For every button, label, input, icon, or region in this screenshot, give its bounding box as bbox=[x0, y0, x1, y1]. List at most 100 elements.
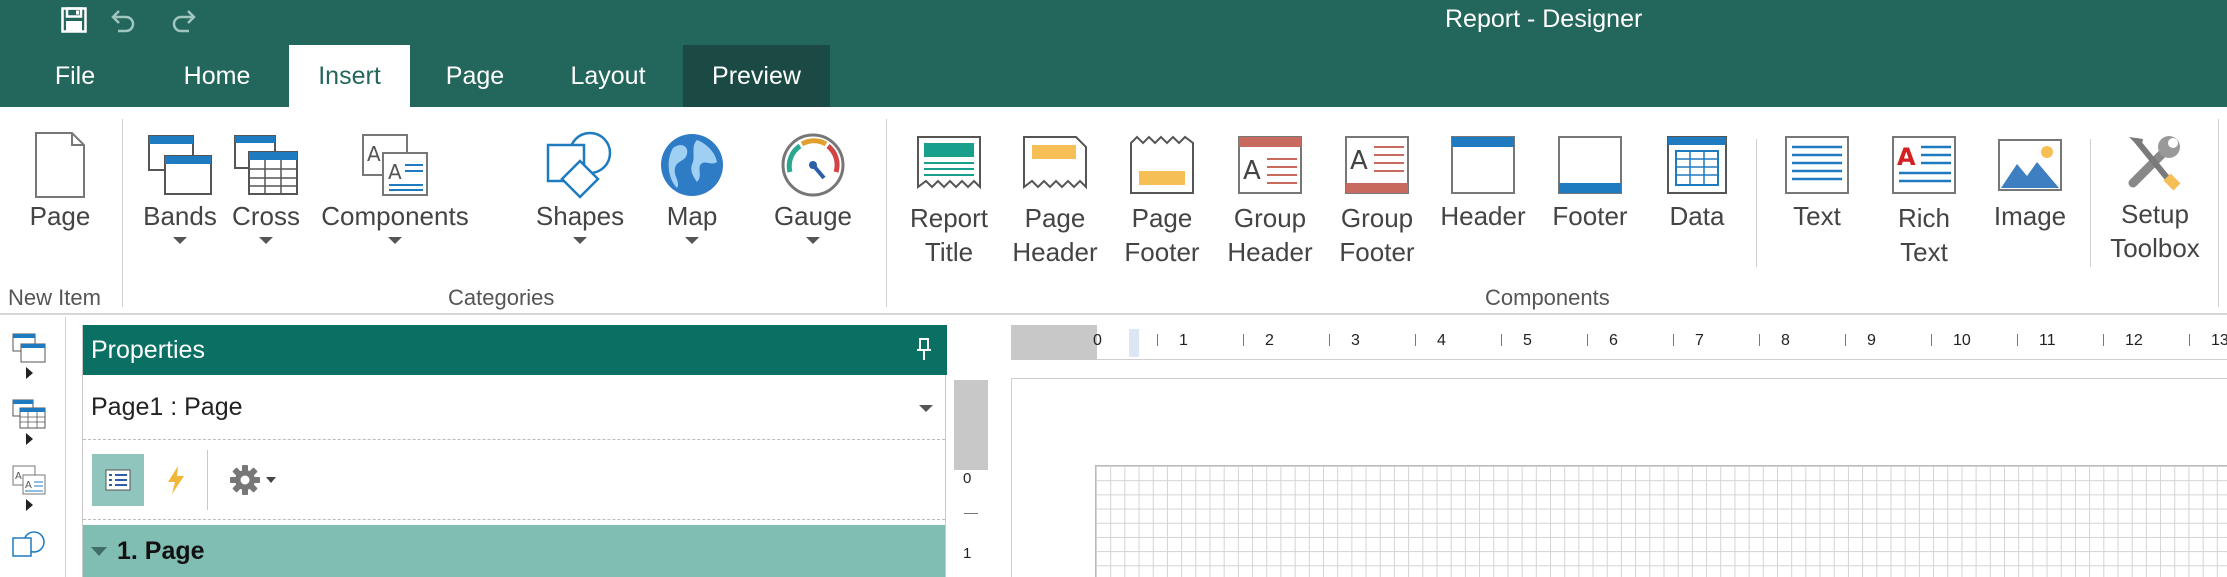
toolbox-panel: A A bbox=[0, 317, 66, 577]
lightning-icon bbox=[168, 466, 184, 494]
ruler-tick bbox=[2017, 334, 2018, 346]
cross-button[interactable]: Cross bbox=[226, 107, 306, 244]
category-label: 1. Page bbox=[117, 536, 205, 565]
text-icon bbox=[1783, 131, 1851, 199]
header-band-icon bbox=[1449, 131, 1517, 199]
data-button[interactable]: Data bbox=[1652, 107, 1742, 233]
setup-toolbox-button[interactable]: Setup Toolbox bbox=[2100, 107, 2210, 265]
ribbon-separator bbox=[2218, 119, 2219, 307]
data-band-icon bbox=[1663, 131, 1731, 199]
ruler-tick-label: 9 bbox=[1867, 332, 1876, 349]
ruler-tick-label: 13 bbox=[2211, 332, 2227, 349]
ruler-margin-area bbox=[1011, 325, 1097, 360]
gauge-label: Gauge bbox=[773, 201, 853, 231]
ribbon-separator bbox=[1756, 139, 1757, 267]
ruler-position-marker bbox=[1129, 329, 1139, 357]
toolbox-cross[interactable] bbox=[12, 399, 52, 445]
tab-home[interactable]: Home bbox=[160, 45, 274, 107]
chevron-down-icon bbox=[919, 405, 933, 412]
group-footer-button[interactable]: A Group Footer bbox=[1332, 107, 1422, 269]
chevron-down-icon bbox=[806, 237, 820, 244]
group-header-button[interactable]: A Group Header bbox=[1225, 107, 1315, 269]
cross-tab-icon bbox=[12, 399, 46, 429]
tools-icon bbox=[2121, 129, 2189, 197]
toolbox-components[interactable]: A A bbox=[12, 465, 52, 511]
group-footer-label: Group Footer bbox=[1339, 203, 1415, 267]
cross-label: Cross bbox=[232, 201, 300, 231]
footer-label: Footer bbox=[1552, 201, 1628, 231]
object-selector[interactable]: Page1 : Page bbox=[83, 375, 945, 440]
redo-button[interactable] bbox=[163, 0, 207, 40]
vertical-ruler: 0 1 bbox=[954, 470, 988, 577]
group-header-label: Group Header bbox=[1227, 203, 1313, 267]
pin-button[interactable] bbox=[915, 337, 933, 368]
save-icon bbox=[61, 7, 87, 33]
shapes-icon bbox=[546, 131, 614, 199]
events-view-button[interactable] bbox=[153, 454, 199, 506]
shapes-button[interactable]: Shapes bbox=[530, 107, 630, 244]
group-header-icon: A bbox=[1236, 131, 1304, 199]
property-list-icon bbox=[105, 469, 131, 491]
toolbox-shapes[interactable] bbox=[12, 531, 52, 561]
category-row-page[interactable]: 1. Page bbox=[83, 525, 945, 577]
ruler-tick-label: 0 bbox=[963, 470, 972, 487]
group-label-new-item: New Item bbox=[8, 285, 101, 310]
gauge-icon bbox=[779, 131, 847, 199]
properties-view-button[interactable] bbox=[92, 454, 144, 506]
report-title-button[interactable]: Report Title bbox=[904, 107, 994, 269]
chevron-down-icon bbox=[573, 237, 587, 244]
gauge-button[interactable]: Gauge bbox=[763, 107, 863, 244]
page-header-button[interactable]: Page Header bbox=[1010, 107, 1100, 269]
tab-file[interactable]: File bbox=[32, 45, 118, 107]
chevron-down-icon bbox=[388, 237, 402, 244]
svg-text:A: A bbox=[367, 142, 381, 166]
new-page-button[interactable]: Page bbox=[20, 107, 100, 233]
horizontal-ruler: 0 1 2 3 4 5 6 7 8 9 10 11 12 13 bbox=[1011, 325, 2227, 360]
tab-insert[interactable]: Insert bbox=[289, 45, 410, 107]
image-button[interactable]: Image bbox=[1985, 107, 2075, 233]
group-footer-icon: A bbox=[1343, 131, 1411, 199]
components-icon: A A bbox=[361, 131, 429, 199]
ruler-tick-label: 11 bbox=[2039, 332, 2056, 349]
ruler-tick bbox=[1673, 334, 1674, 346]
page-header-icon bbox=[1021, 131, 1089, 199]
bands-icon bbox=[146, 131, 214, 199]
map-label: Map bbox=[666, 201, 718, 231]
ruler-tick-label: 5 bbox=[1523, 332, 1532, 349]
cross-tab-icon bbox=[232, 131, 300, 199]
ruler-tick bbox=[2103, 334, 2104, 346]
ribbon: Page New Item Bands Cross A A Components… bbox=[0, 107, 2227, 315]
ruler-tick-label: 6 bbox=[1609, 332, 1618, 349]
ribbon-separator bbox=[886, 119, 887, 307]
header-button[interactable]: Header bbox=[1438, 107, 1528, 233]
chevron-right-icon bbox=[26, 499, 33, 511]
tab-layout[interactable]: Layout bbox=[553, 45, 663, 107]
ruler-tick bbox=[1415, 334, 1416, 346]
toolbox-bands[interactable] bbox=[12, 333, 52, 379]
ruler-tick-label: 10 bbox=[1953, 332, 1971, 349]
chevron-right-icon bbox=[26, 433, 33, 445]
redo-icon bbox=[172, 10, 196, 33]
svg-text:A: A bbox=[1243, 156, 1261, 186]
data-label: Data bbox=[1669, 201, 1725, 231]
map-button[interactable]: Map bbox=[652, 107, 732, 244]
design-grid[interactable] bbox=[1095, 465, 2227, 577]
properties-title: Properties bbox=[91, 335, 205, 364]
tab-page[interactable]: Page bbox=[430, 45, 520, 107]
text-button[interactable]: Text bbox=[1772, 107, 1862, 233]
page-footer-button[interactable]: Page Footer bbox=[1117, 107, 1207, 269]
bands-label: Bands bbox=[143, 201, 217, 231]
svg-text:A: A bbox=[25, 480, 32, 491]
tab-preview[interactable]: Preview bbox=[683, 45, 830, 107]
gear-icon bbox=[230, 465, 260, 495]
page-header-label: Page Header bbox=[1012, 203, 1098, 267]
ruler-tick-label: 8 bbox=[1781, 332, 1790, 349]
settings-dropdown-button[interactable] bbox=[223, 454, 283, 506]
text-label: Text bbox=[1793, 201, 1841, 231]
bands-button[interactable]: Bands bbox=[140, 107, 220, 244]
footer-button[interactable]: Footer bbox=[1545, 107, 1635, 233]
save-button[interactable] bbox=[52, 0, 96, 40]
rich-text-button[interactable]: A Rich Text bbox=[1879, 107, 1969, 269]
undo-button[interactable] bbox=[100, 0, 144, 40]
components-category-button[interactable]: A A Components bbox=[315, 107, 475, 244]
